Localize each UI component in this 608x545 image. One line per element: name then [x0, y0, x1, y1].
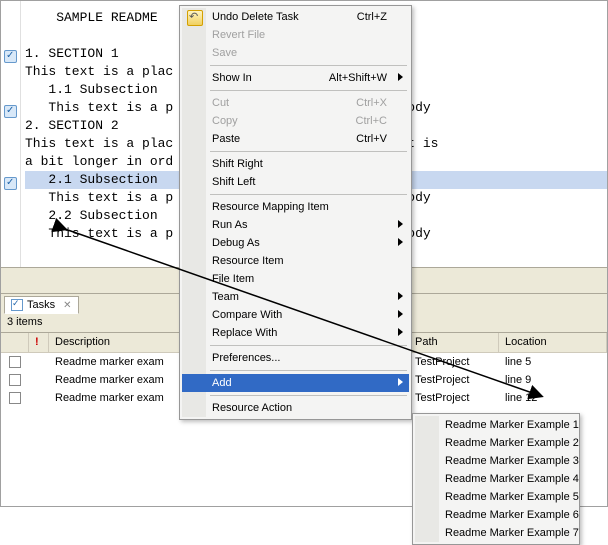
- col-location[interactable]: Location: [499, 333, 607, 352]
- task-location: line 12: [499, 392, 607, 404]
- submenu-item[interactable]: Readme Marker Example 2: [415, 434, 577, 452]
- gutter-marker-icon[interactable]: [4, 105, 17, 118]
- menu-separator: [210, 65, 407, 66]
- col-priority[interactable]: [29, 333, 49, 352]
- task-checkbox[interactable]: [9, 392, 21, 404]
- menu-item-preferences[interactable]: Preferences...: [182, 349, 409, 367]
- menu-separator: [210, 370, 407, 371]
- close-icon[interactable]: ✕: [63, 300, 71, 311]
- menu-item-label: Readme Marker Example 5: [445, 491, 579, 503]
- task-path: TestProject: [409, 356, 499, 368]
- submenu-item[interactable]: Readme Marker Example 5: [415, 488, 577, 506]
- menu-item-label: Shift Right: [212, 158, 263, 170]
- menu-item-debug-as[interactable]: Debug As: [182, 234, 409, 252]
- submenu-arrow-icon: [398, 220, 403, 228]
- menu-item-label: File Item: [212, 273, 254, 285]
- menu-accelerator: Ctrl+V: [356, 133, 387, 145]
- menu-item-label: Resource Mapping Item: [212, 201, 329, 213]
- submenu-item[interactable]: Readme Marker Example 3: [415, 452, 577, 470]
- gutter-marker-icon[interactable]: [4, 50, 17, 63]
- menu-item-label: Copy: [212, 115, 238, 127]
- menu-item-paste[interactable]: Paste Ctrl+V: [182, 130, 409, 148]
- menu-item-shift-left[interactable]: Shift Left: [182, 173, 409, 191]
- menu-separator: [210, 345, 407, 346]
- col-complete[interactable]: [1, 333, 29, 352]
- menu-item-save: Save: [182, 44, 409, 62]
- tasks-icon: [11, 299, 23, 311]
- menu-item-label: Debug As: [212, 237, 260, 249]
- context-menu[interactable]: Undo Delete Task Ctrl+Z Revert File Save Sho…: [179, 5, 412, 420]
- submenu-item[interactable]: Readme Marker Example 1: [415, 416, 577, 434]
- tasks-count: 3 items: [7, 316, 42, 328]
- submenu-item[interactable]: Readme Marker Example 6: [415, 506, 577, 524]
- menu-accelerator: Alt+Shift+W: [329, 72, 387, 84]
- menu-item-label: Add: [212, 377, 232, 389]
- col-path[interactable]: Path: [409, 333, 499, 352]
- undo-icon: [187, 10, 203, 26]
- menu-item-resource-action[interactable]: Resource Action: [182, 399, 409, 417]
- menu-item-label: Readme Marker Example 1: [445, 419, 579, 431]
- menu-separator: [210, 151, 407, 152]
- menu-separator: [210, 90, 407, 91]
- menu-item-label: Undo Delete Task: [212, 11, 299, 23]
- submenu-arrow-icon: [398, 238, 403, 246]
- menu-separator: [210, 395, 407, 396]
- menu-item-add[interactable]: Add: [182, 374, 409, 392]
- tasks-tab-label: Tasks: [27, 299, 55, 311]
- menu-item-label: Readme Marker Example 3: [445, 455, 579, 467]
- menu-item-undo-delete-task[interactable]: Undo Delete Task Ctrl+Z: [182, 8, 409, 26]
- menu-item-run-as[interactable]: Run As: [182, 216, 409, 234]
- submenu-arrow-icon: [398, 292, 403, 300]
- menu-item-label: Readme Marker Example 4: [445, 473, 579, 485]
- submenu-arrow-icon: [398, 73, 403, 81]
- menu-item-file-item[interactable]: File Item: [182, 270, 409, 288]
- submenu-arrow-icon: [398, 310, 403, 318]
- submenu-item[interactable]: Readme Marker Example 7: [415, 524, 577, 542]
- task-location: line 5: [499, 356, 607, 368]
- menu-item-label: Readme Marker Example 6: [445, 509, 579, 521]
- submenu-arrow-icon: [398, 378, 403, 386]
- menu-item-resource-item[interactable]: Resource Item: [182, 252, 409, 270]
- tasks-tab[interactable]: Tasks ✕: [4, 296, 79, 314]
- menu-item-label: Show In: [212, 72, 252, 84]
- editor-gutter: [1, 1, 21, 293]
- menu-accelerator: Ctrl+C: [356, 115, 387, 127]
- menu-item-label: Cut: [212, 97, 229, 109]
- gutter-marker-icon[interactable]: [4, 177, 17, 190]
- menu-item-show-in[interactable]: Show In Alt+Shift+W: [182, 69, 409, 87]
- add-submenu[interactable]: Readme Marker Example 1 Readme Marker Exa…: [412, 413, 580, 545]
- menu-separator: [210, 194, 407, 195]
- menu-item-shift-right[interactable]: Shift Right: [182, 155, 409, 173]
- menu-item-replace-with[interactable]: Replace With: [182, 324, 409, 342]
- menu-item-label: Paste: [212, 133, 240, 145]
- submenu-arrow-icon: [398, 328, 403, 336]
- menu-item-resource-mapping-item[interactable]: Resource Mapping Item: [182, 198, 409, 216]
- menu-item-label: Compare With: [212, 309, 282, 321]
- task-location: line 9: [499, 374, 607, 386]
- menu-item-cut: Cut Ctrl+X: [182, 94, 409, 112]
- menu-item-label: Run As: [212, 219, 247, 231]
- menu-item-label: Team: [212, 291, 239, 303]
- menu-item-team[interactable]: Team: [182, 288, 409, 306]
- menu-item-label: Readme Marker Example 2: [445, 437, 579, 449]
- menu-item-compare-with[interactable]: Compare With: [182, 306, 409, 324]
- menu-item-label: Shift Left: [212, 176, 255, 188]
- submenu-item[interactable]: Readme Marker Example 4: [415, 470, 577, 488]
- menu-accelerator: Ctrl+X: [356, 97, 387, 109]
- menu-item-copy: Copy Ctrl+C: [182, 112, 409, 130]
- menu-item-label: Preferences...: [212, 352, 280, 364]
- menu-item-revert-file: Revert File: [182, 26, 409, 44]
- menu-item-label: Resource Item: [212, 255, 284, 267]
- menu-item-label: Replace With: [212, 327, 277, 339]
- task-path: TestProject: [409, 392, 499, 404]
- task-checkbox[interactable]: [9, 356, 21, 368]
- task-checkbox[interactable]: [9, 374, 21, 386]
- menu-item-label: Revert File: [212, 29, 265, 41]
- menu-item-label: Save: [212, 47, 237, 59]
- menu-item-label: Resource Action: [212, 402, 292, 414]
- menu-accelerator: Ctrl+Z: [357, 11, 387, 23]
- task-path: TestProject: [409, 374, 499, 386]
- menu-item-label: Readme Marker Example 7: [445, 527, 579, 539]
